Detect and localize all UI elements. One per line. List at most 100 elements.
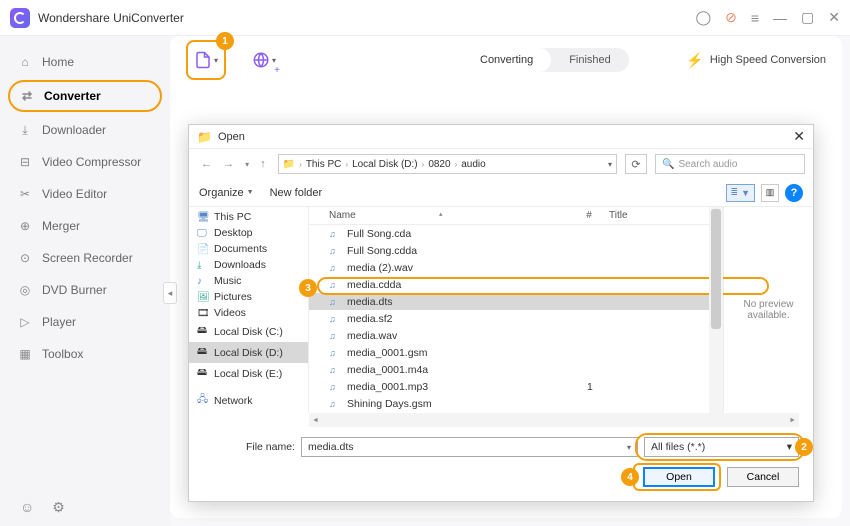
tree-item[interactable]: 🖴Local Disk (C:) [189,321,308,342]
file-row[interactable]: ♫media.sf2 [309,310,709,327]
file-list: Name▴ # Title ♫Full Song.cda ♫Full Song.… [309,207,709,413]
feedback-icon[interactable]: ☺ [20,499,34,516]
column-header[interactable]: # [569,210,609,221]
folder-tree: 🖥This PC 🖵Desktop 📄Documents ⤓Downloads … [189,207,309,413]
sidebar-item-dvd[interactable]: ◎DVD Burner [0,274,170,306]
app-logo [10,8,30,28]
cancel-button[interactable]: Cancel [727,467,799,487]
tab-finished[interactable]: Finished [551,48,629,72]
sidebar-item-editor[interactable]: ✂Video Editor [0,178,170,210]
sidebar-item-player[interactable]: ▷Player [0,306,170,338]
tree-item[interactable]: ⤓Downloads [189,257,308,273]
callout-badge-1: 1 [216,32,234,50]
new-folder-button[interactable]: New folder [270,187,323,199]
settings-icon[interactable]: ⚙ [52,499,65,516]
callout-badge-3: 3 [299,279,317,297]
sidebar-item-label: Video Compressor [42,155,141,169]
file-row[interactable]: ♫Full Song.cda [309,225,709,242]
crumb[interactable]: 0820 [428,159,450,170]
crumb[interactable]: Local Disk (D:) [352,159,418,170]
pc-icon: 🖥 [197,212,209,223]
add-file-button[interactable]: ▾ 1 [186,40,226,80]
sidebar-item-compressor[interactable]: ⊟Video Compressor [0,146,170,178]
tree-item[interactable]: 🎞Videos [189,305,308,321]
chevron-down-icon[interactable]: ▾ [787,441,792,453]
tab-converting[interactable]: Converting [462,48,551,72]
crumb[interactable]: audio [461,159,485,170]
filetype-select[interactable]: All files (*.*)▾ [644,437,799,457]
file-row[interactable]: ♫media.wav [309,327,709,344]
sidebar-item-merger[interactable]: ⊕ Merger [0,210,170,242]
videos-icon: 🎞 [197,308,209,319]
nav-up-button[interactable]: ↑ [256,158,270,170]
preview-pane-button[interactable]: ▥ [761,184,779,202]
sidebar-collapse-handle[interactable]: ◂ [163,282,177,304]
tree-item[interactable]: 🖥This PC [189,209,308,225]
horizontal-scrollbar[interactable] [309,413,799,427]
add-url-button[interactable]: +▾ [250,46,278,74]
chevron-down-icon[interactable]: ▾ [627,443,631,452]
home-icon: ⌂ [18,55,32,69]
sidebar-item-label: Screen Recorder [42,251,133,265]
merge-icon: ⊕ [18,219,32,233]
file-row[interactable]: ♫media (2).wav [309,259,709,276]
sidebar-item-label: Merger [42,219,80,233]
help-button[interactable]: ? [785,184,803,202]
sidebar-item-recorder[interactable]: ⊙Screen Recorder [0,242,170,274]
menu-icon[interactable]: ≡ [751,10,759,26]
search-input[interactable]: 🔍 Search audio [655,154,805,174]
desktop-icon: 🖵 [197,228,209,239]
tree-item[interactable]: 🖴Local Disk (D:) [189,342,308,363]
view-mode-button[interactable]: ≣ ▼ [726,184,755,202]
callout-badge-2: 2 [795,438,813,456]
support-icon[interactable]: ⊘ [725,9,737,26]
doc-icon: 📄 [197,244,209,255]
file-row[interactable]: ♫Shining Days.gsm [309,395,709,412]
nav-forward-button[interactable]: → [219,158,238,170]
audio-file-icon: ♫ [329,314,343,324]
chevron-down-icon: ▾ [214,56,218,65]
close-button[interactable]: ✕ [828,9,840,26]
tree-item[interactable]: 🖼Pictures [189,289,308,305]
open-dialog: 📁 Open ✕ ← → ▾ ↑ 📁 ›This PC ›Local Disk … [188,124,814,502]
account-icon[interactable]: ◯ [695,9,711,26]
file-row[interactable]: ♫Full Song.cdda [309,242,709,259]
tree-item[interactable]: 📄Documents [189,241,308,257]
column-header[interactable]: Title [609,210,709,221]
filename-input[interactable]: media.dts▾ [301,437,638,457]
sidebar-item-toolbox[interactable]: ▦Toolbox [0,338,170,370]
audio-file-icon: ♫ [329,229,343,239]
tree-item[interactable]: 🖵Desktop [189,225,308,241]
column-header[interactable]: Name [329,210,356,221]
file-row[interactable]: ♫media_0001.gsm [309,344,709,361]
tree-item[interactable]: 🖴Local Disk (E:) [189,363,308,384]
nav-back-button[interactable]: ← [197,158,216,170]
file-row[interactable]: ♫media.dts [309,293,709,310]
sidebar-item-label: Toolbox [42,347,83,361]
tree-item[interactable]: ♪Music [189,273,308,289]
refresh-button[interactable]: ⟳ [625,154,647,174]
callout-badge-4: 4 [621,468,639,486]
file-row[interactable]: ♫media_0001.mp31 [309,378,709,395]
maximize-button[interactable]: ▢ [801,9,814,26]
file-row[interactable]: ♫media_0001.m4a [309,361,709,378]
pictures-icon: 🖼 [197,292,209,303]
high-speed-toggle[interactable]: ⚡ High Speed Conversion [686,52,826,69]
chevron-down-icon[interactable]: ▾ [608,160,612,169]
download-icon: ⤓ [197,260,209,271]
dialog-close-button[interactable]: ✕ [793,128,805,145]
vertical-scrollbar[interactable] [709,207,723,413]
audio-file-icon: ♫ [329,331,343,341]
sidebar-item-home[interactable]: ⌂Home [0,46,170,78]
organize-menu[interactable]: Organize▼ [199,187,254,199]
sidebar-item-converter[interactable]: ⇄Converter [8,80,162,112]
open-button[interactable]: Open [643,467,715,487]
sidebar-item-downloader[interactable]: ⤓Downloader [0,114,170,146]
crumb[interactable]: This PC [306,159,342,170]
file-row[interactable]: ♫media.cdda [309,276,709,293]
sidebar-item-label: Downloader [42,123,106,137]
nav-recent-button[interactable]: ▾ [241,160,253,169]
minimize-button[interactable]: — [773,10,787,26]
tree-item[interactable]: 🖧Network [189,390,308,411]
breadcrumb[interactable]: 📁 ›This PC ›Local Disk (D:) ›0820 ›audio… [278,154,617,174]
